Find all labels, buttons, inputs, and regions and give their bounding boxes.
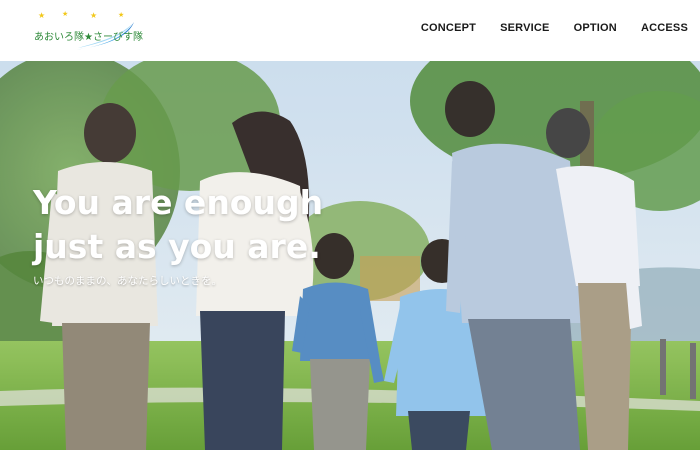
- hero-subtitle: いつものままの、あなたらしいときを。: [33, 275, 222, 287]
- svg-text:★: ★: [118, 11, 124, 19]
- hero-title: You are enough just as you are.: [33, 181, 323, 269]
- logo-text: あおいろ隊★さーびす隊: [34, 32, 143, 43]
- svg-text:★: ★: [38, 11, 45, 20]
- nav-access[interactable]: ACCESS: [641, 22, 688, 34]
- site-header: ★ ★ ★ ★ あおいろ隊★さーびす隊 CONCEPT SERVICE OPTI…: [0, 0, 700, 61]
- hero-section: You are enough just as you are. いつものままの、…: [0, 61, 700, 450]
- main-nav: CONCEPT SERVICE OPTION ACCESS: [397, 0, 688, 56]
- nav-option[interactable]: OPTION: [574, 22, 617, 34]
- site-logo[interactable]: ★ ★ ★ ★ あおいろ隊★さーびす隊: [30, 8, 143, 52]
- hero-title-line-1: You are enough: [33, 183, 324, 222]
- nav-service[interactable]: SERVICE: [500, 22, 550, 34]
- hero-title-line-2: just as you are.: [33, 227, 321, 266]
- svg-text:★: ★: [62, 10, 68, 18]
- nav-concept[interactable]: CONCEPT: [421, 22, 476, 34]
- svg-text:★: ★: [90, 11, 97, 20]
